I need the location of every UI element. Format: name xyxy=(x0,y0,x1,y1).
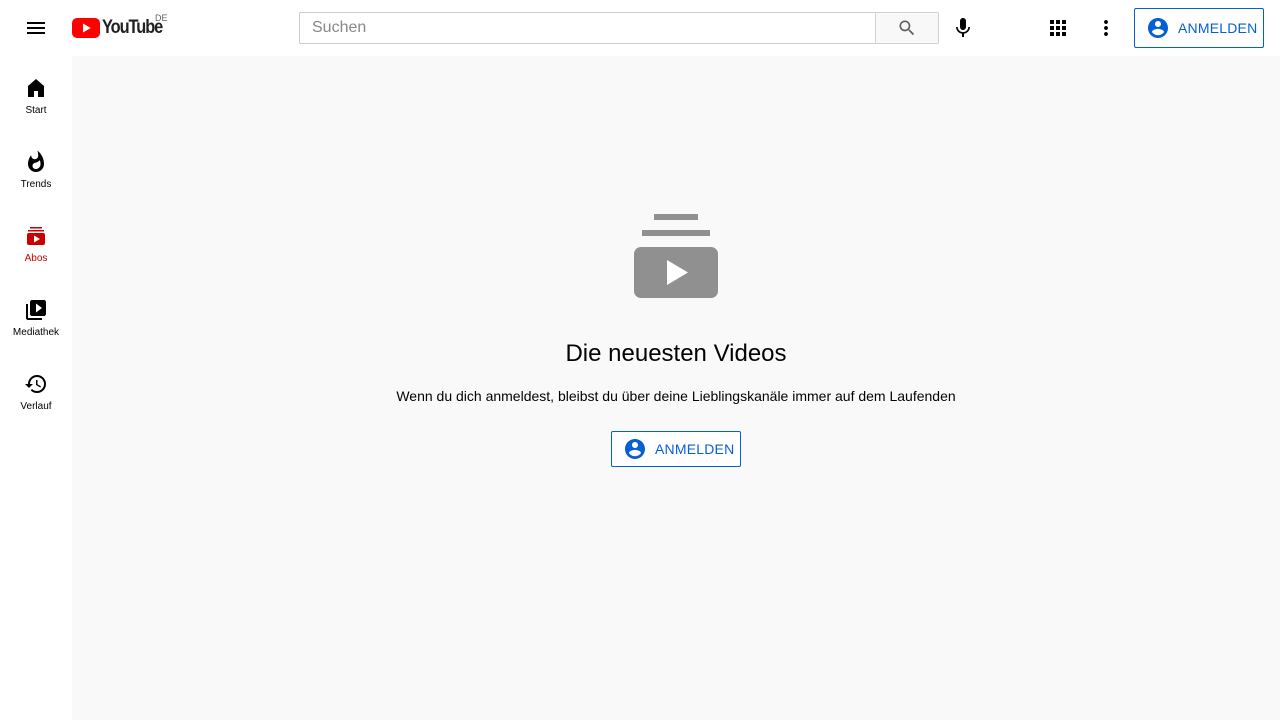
hamburger-menu-icon xyxy=(27,22,45,34)
sidebar-item-mediathek[interactable]: Mediathek xyxy=(0,278,72,352)
promo-signin-button[interactable]: ANMELDEN xyxy=(611,431,741,467)
search-input[interactable] xyxy=(300,13,876,43)
promo-signin-label: ANMELDEN xyxy=(655,441,735,457)
sidebar-item-verlauf[interactable]: Verlauf xyxy=(0,352,72,426)
country-code: DE xyxy=(155,13,168,23)
promo-subtitle: Wenn du dich anmeldest, bleibst du über … xyxy=(396,388,956,404)
sidebar-item-label: Abos xyxy=(24,253,48,264)
youtube-logo[interactable]: YouTube DE xyxy=(72,13,172,40)
promo-title: Die neuesten Videos xyxy=(565,340,787,367)
mini-guide-sidebar: Start Trends Abos Mediathek Verlauf xyxy=(0,56,72,720)
library-icon xyxy=(24,298,48,322)
search-icon xyxy=(899,20,915,36)
search-box xyxy=(299,12,876,44)
guide-menu-button[interactable] xyxy=(16,8,56,48)
apps-button[interactable] xyxy=(1038,8,1078,48)
youtube-play-logo-icon xyxy=(72,18,100,38)
sidebar-item-start[interactable]: Start xyxy=(0,56,72,130)
sidebar-item-label: Start xyxy=(25,105,47,116)
masthead: YouTube DE ANMELDEN xyxy=(0,0,1280,56)
apps-grid-icon xyxy=(1050,20,1066,36)
main-content: Die neuesten Videos Wenn du dich anmelde… xyxy=(72,56,1280,720)
sidebar-item-trends[interactable]: Trends xyxy=(0,130,72,204)
account-circle-icon xyxy=(625,439,645,459)
home-icon xyxy=(24,76,48,100)
subscriptions-promo-icon xyxy=(634,214,718,298)
subscriptions-icon xyxy=(24,224,48,248)
more-vert-icon xyxy=(1104,20,1108,36)
account-circle-icon xyxy=(1148,18,1168,38)
settings-menu-button[interactable] xyxy=(1086,8,1126,48)
search-button[interactable] xyxy=(875,12,939,44)
header-signin-button[interactable]: ANMELDEN xyxy=(1134,8,1264,48)
sidebar-item-label: Trends xyxy=(20,179,52,190)
header-signin-label: ANMELDEN xyxy=(1178,20,1258,36)
flame-icon xyxy=(24,150,48,174)
logo-wordmark: YouTube xyxy=(102,17,163,38)
history-icon xyxy=(24,372,48,396)
sidebar-item-label: Verlauf xyxy=(20,401,52,412)
sidebar-item-abos[interactable]: Abos xyxy=(0,204,72,278)
voice-search-button[interactable] xyxy=(943,8,983,48)
sidebar-item-label: Mediathek xyxy=(12,327,60,338)
microphone-icon xyxy=(956,18,970,37)
